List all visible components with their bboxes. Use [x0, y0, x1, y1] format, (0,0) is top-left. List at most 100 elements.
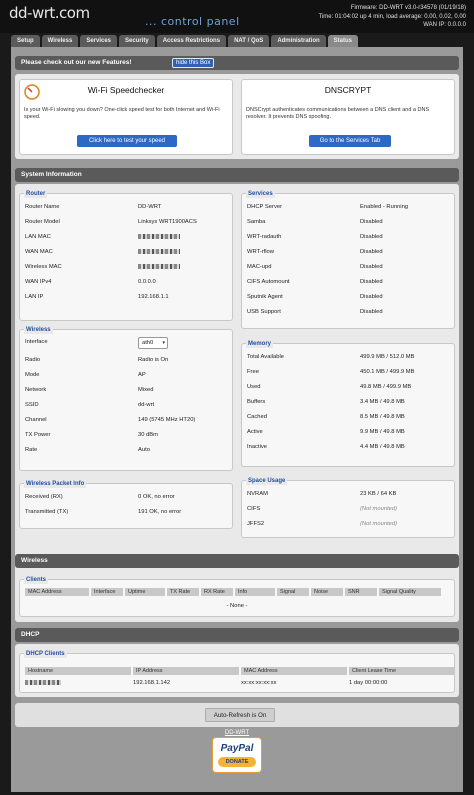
row-label: Channel	[25, 417, 47, 423]
autorefresh-bar: Auto-Refresh is On	[15, 703, 459, 727]
memory-value: 499.9 MB / 512.0 MB	[360, 354, 415, 360]
column-header: MAC Address	[241, 667, 347, 675]
paypal-donate-button[interactable]: PayPal DONATE	[212, 737, 262, 773]
space-value: (Not mounted)	[360, 521, 398, 527]
column-header: Signal	[277, 588, 309, 596]
row-label: LAN IP	[25, 294, 44, 300]
info-row: Router Model Linksys WRT1900ACS	[25, 216, 227, 231]
packet-value: 0 OK, no error	[138, 494, 175, 500]
autorefresh-button[interactable]: Auto-Refresh is On	[205, 708, 275, 722]
row-label: Radio	[25, 357, 41, 363]
dnscrypt-card: DNSCRYPT DNSCrypt authenticates communic…	[241, 79, 455, 155]
row-label: Rate	[25, 447, 38, 453]
service-row: MAC-upd Disabled	[247, 261, 449, 276]
speedchecker-title: Wi-Fi Speedchecker	[87, 85, 165, 95]
dhcp-section: DHCP Clients Hostname IP Address MAC Addre…	[15, 644, 459, 697]
router-legend: Router	[24, 190, 48, 198]
row-label: Router Model	[25, 219, 60, 225]
services-tab-button[interactable]: Go to the Services Tab	[309, 135, 391, 147]
info-row: Radio Radio is On	[25, 354, 227, 369]
wireless-legend: Wireless	[24, 326, 53, 334]
packet-row: Received (RX) 0 OK, no error	[25, 491, 227, 506]
memory-row: Free 450.1 MB / 499.9 MB	[247, 366, 449, 381]
speedchecker-card: Wi-Fi Speedchecker Is your Wi-Fi slowing…	[19, 79, 233, 155]
info-row: Channel 149 (5745 MHz HT20)	[25, 414, 227, 429]
space-label: CIFS	[247, 506, 261, 512]
hide-box-button[interactable]: hide this Box	[172, 58, 215, 68]
service-row: WRT-rflow Disabled	[247, 246, 449, 261]
column-header: Interface	[91, 588, 123, 596]
space-label: NVRAM	[247, 491, 268, 497]
packet-label: Received (RX)	[25, 494, 63, 500]
service-row: Sputnik Agent Disabled	[247, 291, 449, 306]
tab-security[interactable]: Security	[119, 35, 155, 47]
memory-row: Cached 8.5 MB / 49.8 MB	[247, 411, 449, 426]
memory-row: Active 9.9 MB / 49.8 MB	[247, 426, 449, 441]
info-row: Rate Auto	[25, 444, 227, 459]
speedchecker-text: Is your Wi-Fi slowing you down? One-clic…	[24, 107, 220, 120]
memory-label: Cached	[247, 414, 267, 420]
row-label: SSID	[25, 402, 39, 408]
info-row: WAN IPv4 0.0.0.0	[25, 276, 227, 291]
tab-wireless[interactable]: Wireless	[41, 35, 79, 47]
service-row: CIFS Automount Disabled	[247, 276, 449, 291]
row-value: Linksys WRT1900ACS	[138, 219, 197, 225]
info-row: WAN MAC	[25, 246, 227, 261]
wan-mac-redacted	[138, 249, 180, 255]
interface-label: Interface	[25, 339, 48, 345]
service-label: WRT-radauth	[247, 234, 282, 240]
memory-legend: Memory	[246, 340, 274, 348]
tab-status[interactable]: Status	[327, 35, 358, 47]
speed-test-button[interactable]: Click here to test your speed	[77, 135, 177, 147]
wireless-clients-section: Clients MAC Address Interface Uptime TX Rat…	[15, 570, 459, 622]
redacted-value	[138, 264, 180, 269]
row-label: TX Power	[25, 432, 51, 438]
wireless-bar: Wireless	[15, 554, 459, 568]
service-label: DHCP Server	[247, 204, 283, 210]
tab-setup[interactable]: Setup	[11, 35, 40, 47]
column-header: Uptime	[125, 588, 165, 596]
router-fieldset: Router Router Name DD-WRT Router Model Lin…	[19, 190, 233, 321]
table-row: 192.168.1.142 xx:xx:xx:xx:xx 1 day 00:00…	[25, 679, 453, 689]
packet-value: 191 OK, no error	[138, 509, 182, 515]
service-label: USB Support	[247, 309, 281, 315]
memory-row: Inactive 4.4 MB / 49.8 MB	[247, 441, 449, 456]
interface-select[interactable]: ath0 ▾	[138, 337, 168, 349]
tab-access-restrictions[interactable]: Access Restrictions	[156, 35, 227, 47]
memory-row: Total Available 499.9 MB / 512.0 MB	[247, 351, 449, 366]
row-value: 192.168.1.1	[138, 294, 169, 300]
service-value: Enabled - Running	[360, 204, 409, 210]
dhcp-mac: xx:xx:xx:xx:xx	[241, 680, 277, 686]
service-value: Disabled	[360, 219, 383, 225]
tab-administration[interactable]: Administration	[271, 35, 326, 47]
row-label: Mode	[25, 372, 40, 378]
service-value: Disabled	[360, 309, 383, 315]
ddwrt-link[interactable]: DD-WRT	[11, 730, 463, 736]
row-value: 30 dBm	[138, 432, 158, 438]
time-text: Time: 01:04:02 up 4 min, load average: 0…	[318, 13, 466, 20]
redacted-value	[25, 680, 61, 685]
row-label: WAN IPv4	[25, 279, 52, 285]
dhcp-clients-legend: DHCP Clients	[24, 650, 67, 658]
tab-services[interactable]: Services	[80, 35, 118, 47]
service-row: WRT-radauth Disabled	[247, 231, 449, 246]
service-row: DHCP Server Enabled - Running	[247, 201, 449, 216]
space-label: JFFS2	[247, 521, 265, 527]
system-info-heading: System Information	[21, 171, 82, 178]
system-info-section: Router Router Name DD-WRT Router Model Lin…	[15, 184, 459, 591]
row-value: 149 (5745 MHz HT20)	[138, 417, 196, 423]
column-header: SNR	[345, 588, 377, 596]
features-heading: Please check out our new Features!	[21, 59, 132, 66]
dhcp-heading: DHCP	[21, 631, 40, 638]
row-value: 0.0.0.0	[138, 279, 156, 285]
service-value: Disabled	[360, 249, 383, 255]
interface-value: ath0	[142, 340, 154, 346]
info-row: Wireless MAC	[25, 261, 227, 276]
space-row: CIFS (Not mounted)	[247, 503, 449, 518]
clients-fieldset: Clients MAC Address Interface Uptime TX Rat…	[19, 576, 455, 617]
space-usage-legend: Space Usage	[246, 477, 288, 485]
features-section: Wi-Fi Speedchecker Is your Wi-Fi slowing…	[15, 74, 459, 159]
packet-label: Transmitted (TX)	[25, 509, 69, 515]
tab-nat-qos[interactable]: NAT / QoS	[228, 35, 270, 47]
memory-value: 9.9 MB / 49.8 MB	[360, 429, 405, 435]
